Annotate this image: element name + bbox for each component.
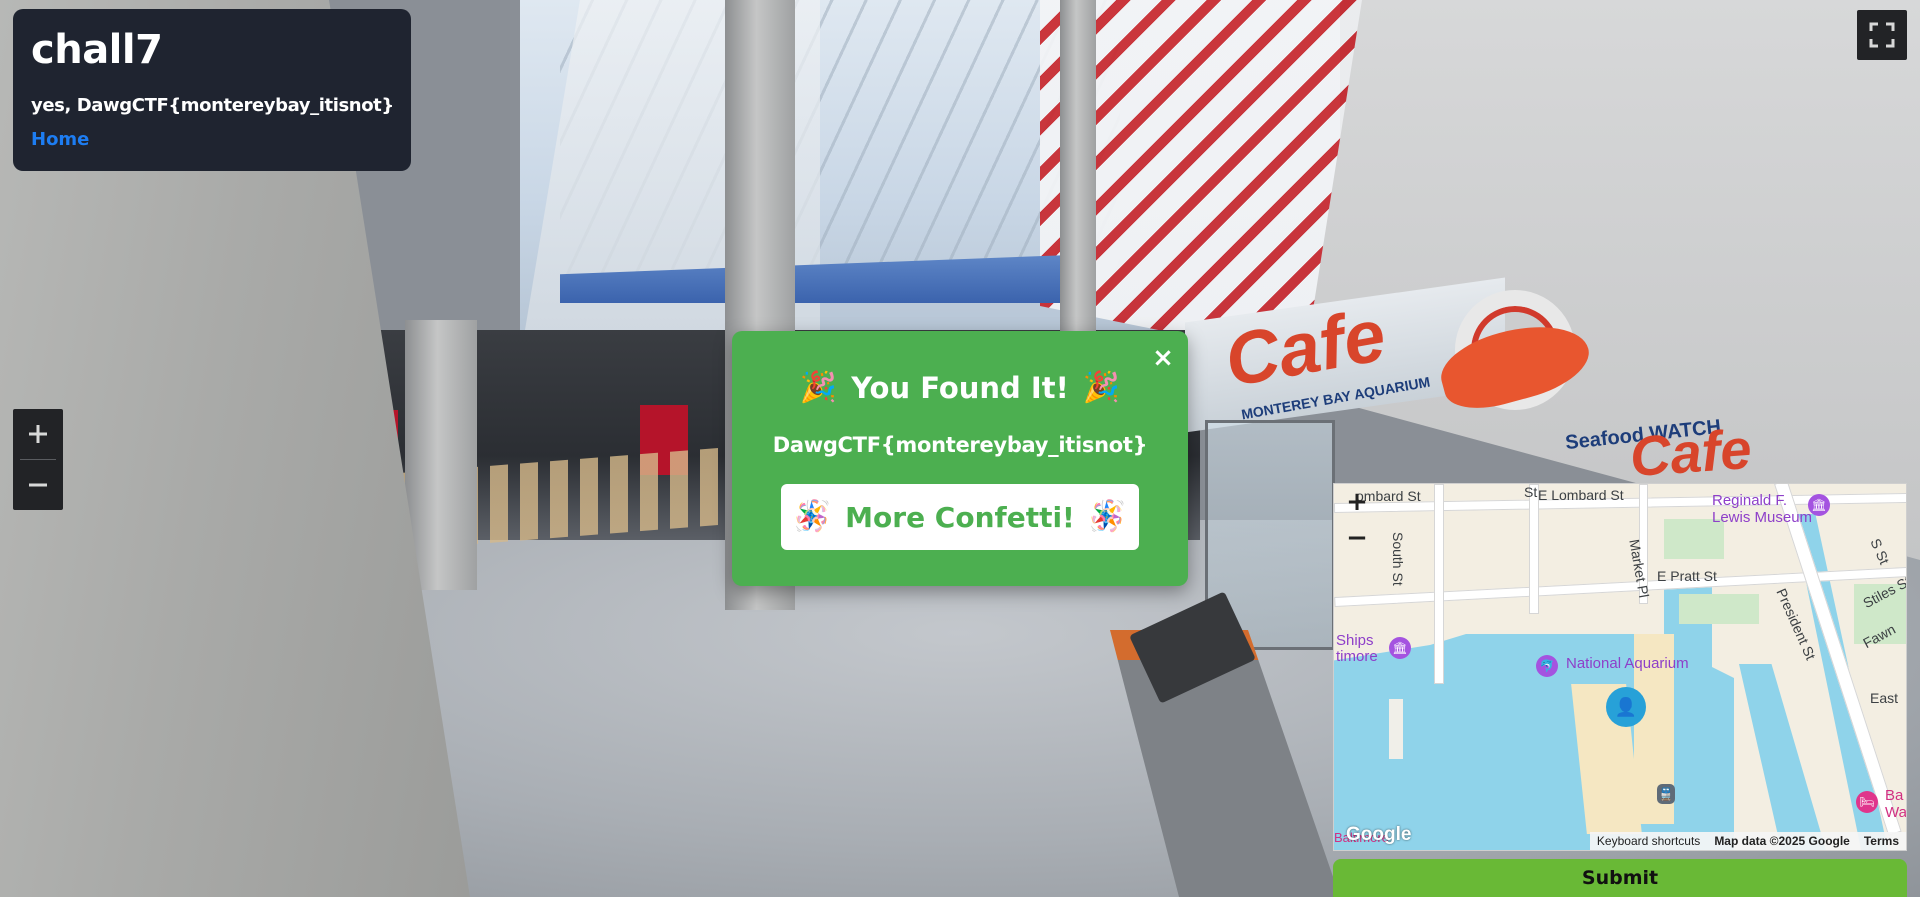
fullscreen-icon xyxy=(1869,22,1895,48)
poi-label: Wa xyxy=(1885,804,1907,821)
pinata-icon: 🪅 xyxy=(1088,499,1127,534)
terms-link[interactable]: Terms xyxy=(1857,834,1906,848)
hotel-pin-icon[interactable]: 🛏 xyxy=(1856,791,1878,813)
right-wall xyxy=(1300,0,1920,560)
road xyxy=(1434,484,1444,684)
street-label: S St xyxy=(1867,536,1893,567)
submit-button[interactable]: Submit xyxy=(1333,859,1907,897)
modal-close-button[interactable]: × xyxy=(1148,343,1178,373)
road xyxy=(1529,484,1539,614)
map-zoom-controls: + − xyxy=(1334,484,1380,559)
poi-label: Ships xyxy=(1336,632,1374,649)
map-zoom-in-button[interactable]: + xyxy=(1334,484,1380,520)
street-label: E Lombard St xyxy=(1538,487,1624,503)
poi-label: Lewis Museum xyxy=(1712,509,1813,526)
info-panel: chall7 yes, DawgCTF{montereybay_itisnot}… xyxy=(13,9,411,171)
map-footer: Keyboard shortcuts Map data ©2025 Google… xyxy=(1589,832,1906,850)
map-data-attribution: Map data ©2025 Google xyxy=(1714,834,1850,848)
concrete-pillar xyxy=(405,320,477,590)
party-popper-icon: 🎉 xyxy=(799,370,838,405)
result-message: yes, DawgCTF{montereybay_itisnot} xyxy=(31,95,394,116)
street-label: St xyxy=(1524,484,1538,500)
party-popper-icon: 🎉 xyxy=(1082,370,1121,405)
plus-icon xyxy=(29,425,47,443)
success-modal: 🎉 You Found It! 🎉 DawgCTF{montereybay_it… xyxy=(732,331,1188,586)
cafe-sign-text-secondary: Cafe xyxy=(1627,416,1754,489)
page-title: chall7 xyxy=(31,27,163,73)
pinata-icon: 🪅 xyxy=(793,499,832,534)
museum-pin-icon[interactable]: 🏛 xyxy=(1808,494,1830,516)
home-link[interactable]: Home xyxy=(31,129,89,150)
street-label: East xyxy=(1870,690,1899,706)
pier xyxy=(1389,699,1403,759)
guess-map[interactable]: ombard St St E Lombard St South St Marke… xyxy=(1333,483,1907,851)
google-logo: Google xyxy=(1346,824,1412,845)
modal-heading-text: You Found It! xyxy=(851,371,1069,405)
location-marker-icon[interactable]: 👤 xyxy=(1606,687,1646,727)
more-confetti-button[interactable]: 🪅 More Confetti! 🪅 xyxy=(781,484,1139,550)
street-label: E Pratt St xyxy=(1657,568,1717,584)
flag-text: DawgCTF{montereybay_itisnot} xyxy=(772,433,1148,457)
minus-icon xyxy=(29,483,47,487)
street-label: South St xyxy=(1390,532,1406,586)
zoom-in-button[interactable] xyxy=(13,409,63,459)
poi-label: Ba xyxy=(1885,787,1904,804)
modal-heading: 🎉 You Found It! 🎉 xyxy=(732,371,1188,405)
fullscreen-button[interactable] xyxy=(1857,10,1907,60)
poi-label: timore xyxy=(1336,648,1378,665)
poi-label: Reginald F. xyxy=(1712,492,1788,509)
map-zoom-out-button[interactable]: − xyxy=(1334,520,1380,556)
park-area xyxy=(1679,594,1759,624)
aquarium-pin-icon[interactable]: 🐬 xyxy=(1536,655,1558,677)
transit-icon[interactable]: 🚆 xyxy=(1657,784,1675,804)
more-confetti-label: More Confetti! xyxy=(845,500,1075,534)
museum-pin-icon[interactable]: 🏛 xyxy=(1389,637,1411,659)
streetview-zoom-controls xyxy=(13,409,63,510)
poi-label: National Aquarium xyxy=(1566,655,1689,672)
keyboard-shortcuts-link[interactable]: Keyboard shortcuts xyxy=(1590,834,1707,848)
zoom-out-button[interactable] xyxy=(13,460,63,510)
